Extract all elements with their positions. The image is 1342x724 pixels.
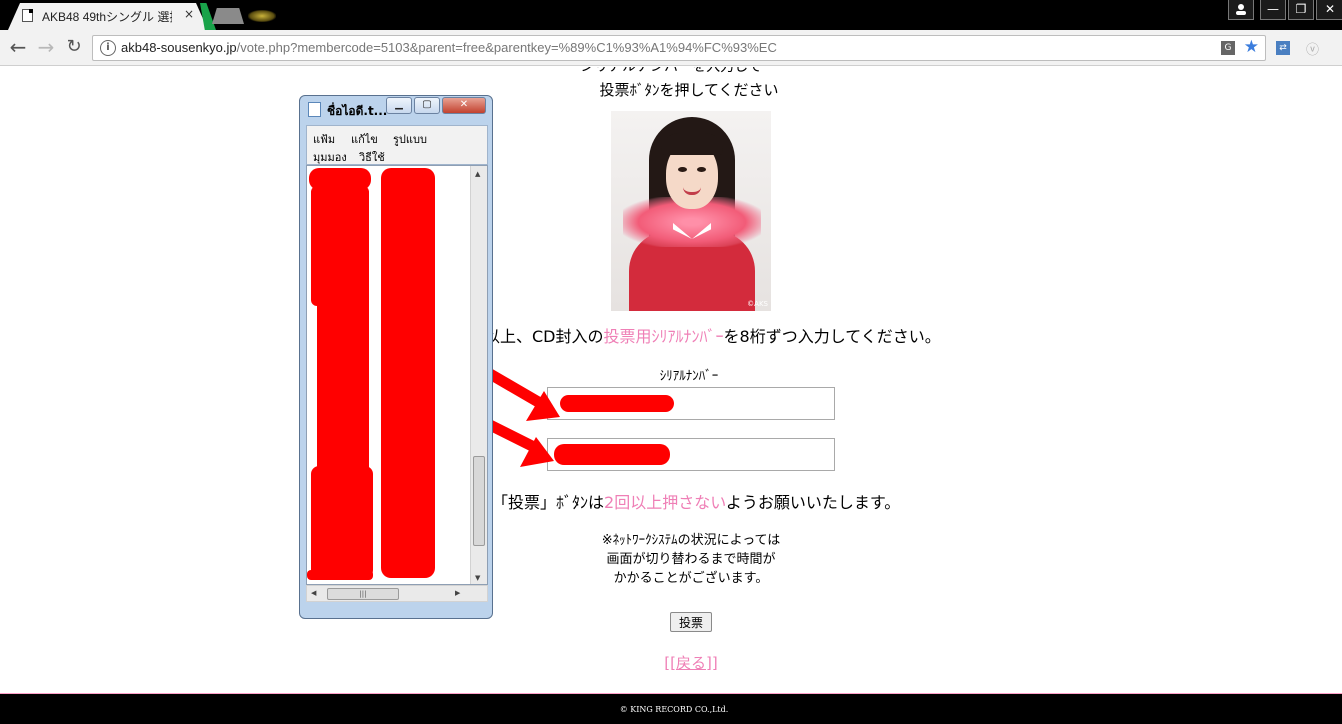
- notepad-horizontal-scrollbar[interactable]: ◀ ||| ▶: [306, 585, 488, 602]
- scroll-right-icon[interactable]: ▶: [455, 589, 460, 597]
- tab-title[interactable]: AKB48 49thシングル 選抜総: [42, 8, 172, 25]
- note-line-2: 画面が切り替わるまで時間が: [606, 552, 776, 567]
- user-icon[interactable]: [1228, 0, 1254, 20]
- url-text[interactable]: akb48-sousenkyo.jp/vote.php?membercode=5…: [121, 40, 777, 55]
- scroll-up-icon[interactable]: ▲: [475, 170, 480, 178]
- note-line-3: かかることがございます。: [613, 571, 769, 586]
- menu-view[interactable]: มุมมอง: [313, 148, 347, 166]
- address-bar[interactable]: i akb48-sousenkyo.jp/vote.php?membercode…: [92, 35, 1266, 61]
- notepad-icon: [308, 102, 321, 117]
- tab-glow: [248, 10, 276, 22]
- back-link[interactable]: [[戻る]]: [664, 654, 717, 672]
- member-photo: ©AKS: [611, 111, 771, 311]
- notepad-horizontal-scroll-thumb[interactable]: |||: [327, 588, 399, 600]
- notepad-vertical-scrollbar[interactable]: ▲ ▼: [470, 166, 487, 584]
- window-minimize-button[interactable]: —: [1260, 0, 1286, 20]
- menu-file[interactable]: แฟ้ม: [313, 130, 335, 148]
- url-host: akb48-sousenkyo.jp: [121, 40, 237, 55]
- serial-instruction-suffix: を8桁ずつ入力してください。: [723, 327, 941, 346]
- bookmark-star-icon[interactable]: ★: [1244, 37, 1259, 57]
- notepad-maximize-button[interactable]: ▢: [414, 97, 440, 114]
- reload-icon[interactable]: ↻: [62, 36, 86, 60]
- back-arrow-icon[interactable]: ←: [6, 36, 30, 60]
- browser-toolbar: ← → ↻ i akb48-sousenkyo.jp/vote.php?memb…: [0, 30, 1342, 66]
- page-content: シリアルナンバーを入力して 投票ﾎﾞﾀﾝを押してください ©AKS 以上、CD封…: [0, 67, 1342, 693]
- redaction-mark: [387, 326, 431, 426]
- notepad-minimize-button[interactable]: ▁: [386, 97, 412, 114]
- info-icon[interactable]: i: [100, 40, 116, 56]
- redaction-mark: [554, 444, 670, 465]
- extension-icon-2[interactable]: ⓥ: [1306, 39, 1319, 58]
- notepad-window[interactable]: ชื่อไอดี.t... ▁ ▢ ✕ แฟ้ม แก้ไข รูปแบบ มุ…: [299, 95, 493, 619]
- url-path: /vote.php?membercode=5103&parent=free&pa…: [236, 40, 777, 55]
- menu-help[interactable]: วิธีใช้: [359, 148, 385, 166]
- warning-highlight: 2回以上押さない: [604, 493, 726, 512]
- footer-copyright: © KING RECORD CO.,Ltd.: [619, 705, 729, 714]
- window-close-button[interactable]: ✕: [1316, 0, 1342, 20]
- translate-icon[interactable]: G: [1221, 41, 1235, 55]
- page-footer: © KING RECORD CO.,Ltd.: [0, 693, 1342, 724]
- menu-edit[interactable]: แก้ไข: [351, 130, 378, 148]
- window-restore-button[interactable]: ❐: [1288, 0, 1314, 20]
- serial-number-label: ｼﾘｱﾙﾅﾝﾊﾞｰ: [659, 369, 719, 384]
- warning-suffix: ようお願いいたします。: [725, 493, 901, 512]
- photo-copyright: ©AKS: [747, 300, 768, 308]
- note-line-1: ※ﾈｯﾄﾜｰｸｼｽﾃﾑの状況によっては: [601, 533, 781, 548]
- scroll-down-icon[interactable]: ▼: [475, 574, 480, 582]
- vote-button[interactable]: 投票: [670, 612, 712, 632]
- tab-strip: AKB48 49thシングル 選抜総 × — ❐ ✕: [0, 0, 1342, 30]
- redaction-mark: [307, 570, 373, 580]
- redaction-mark: [560, 395, 674, 412]
- vote-instruction: 投票ﾎﾞﾀﾝを押してください: [599, 81, 779, 99]
- notepad-vertical-scroll-thumb[interactable]: [473, 456, 485, 546]
- notepad-title: ชื่อไอดี.t...: [327, 104, 388, 118]
- redaction-mark: [317, 286, 369, 486]
- instruction-top-cut: シリアルナンバーを入力して: [580, 67, 762, 75]
- notepad-close-button[interactable]: ✕: [442, 97, 486, 114]
- menu-format[interactable]: รูปแบบ: [393, 130, 427, 148]
- tab-close-icon[interactable]: ×: [184, 7, 194, 21]
- network-note: ※ﾈｯﾄﾜｰｸｼｽﾃﾑの状況によっては 画面が切り替わるまで時間が かかることが…: [0, 531, 1342, 588]
- forward-arrow-icon[interactable]: →: [34, 36, 58, 60]
- extension-icon[interactable]: ⇄: [1276, 41, 1290, 55]
- notepad-text-area[interactable]: ▲ ▼: [306, 165, 488, 585]
- new-tab-button[interactable]: [212, 8, 244, 24]
- page-icon: [22, 9, 33, 22]
- notepad-menu-bar: แฟ้ม แก้ไข รูปแบบ มุมมอง วิธีใช้: [306, 125, 488, 165]
- scroll-left-icon[interactable]: ◀: [311, 589, 316, 597]
- serial-instruction-link: 投票用ｼﾘｱﾙﾅﾝﾊﾞｰ: [603, 327, 724, 346]
- redaction-mark: [311, 466, 373, 578]
